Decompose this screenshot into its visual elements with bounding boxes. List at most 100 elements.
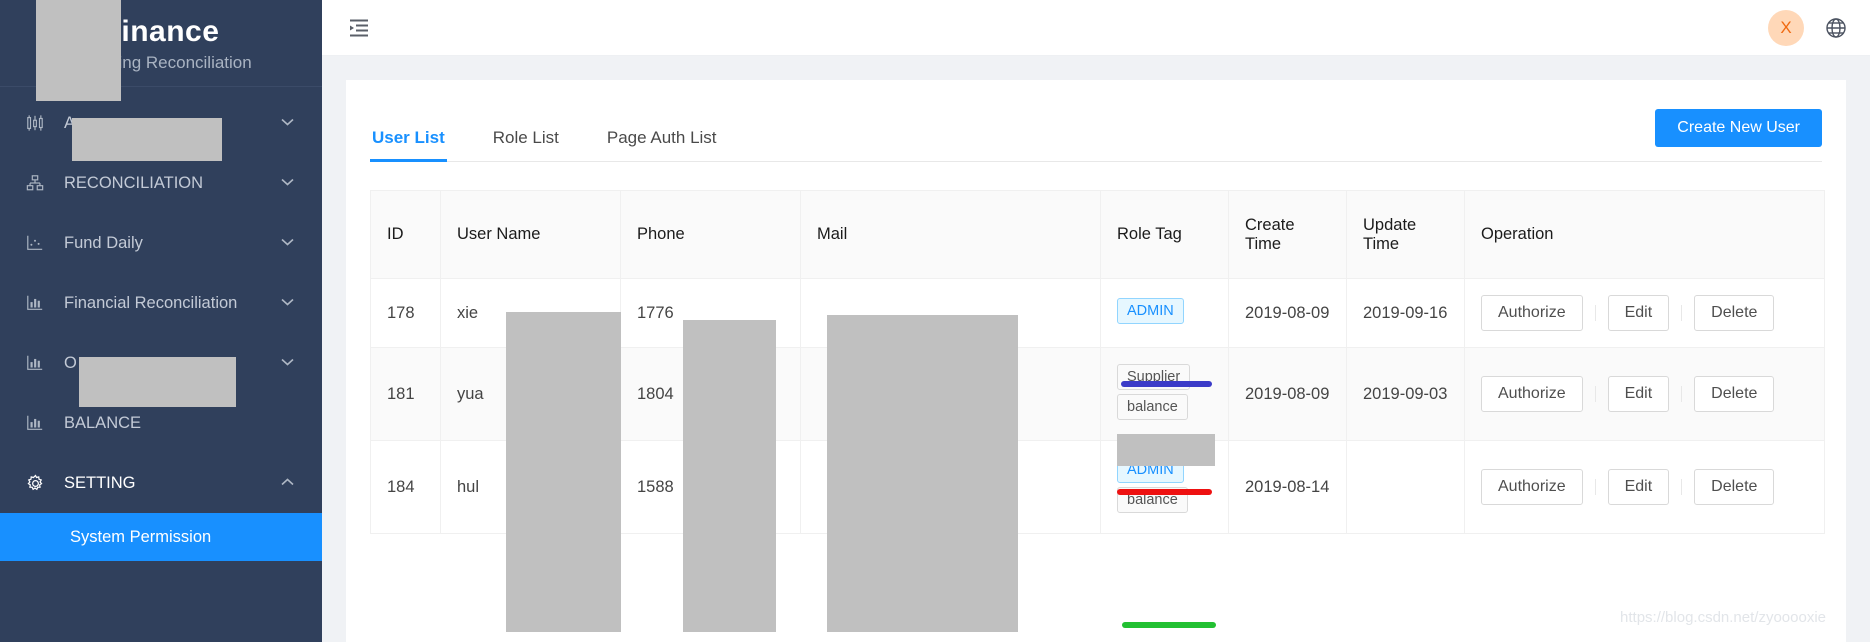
role-tag-group: ADMIN [1117, 298, 1212, 328]
cell-id: 184 [370, 440, 441, 534]
tab-bar: User List Role List Page Auth List Creat… [370, 80, 1822, 162]
gear-icon [26, 474, 52, 493]
delete-button[interactable]: Delete [1694, 376, 1775, 412]
sidebar: Finance A ounting Reconciliation A RECON… [0, 0, 322, 642]
divider [1681, 386, 1683, 402]
cell-user-name: xie [440, 278, 621, 348]
cell-mail [800, 278, 1101, 348]
edit-button[interactable]: Edit [1607, 376, 1670, 412]
status-badge: balance [1117, 394, 1188, 420]
role-tag-group: Supplier balance [1117, 364, 1212, 424]
sidebar-item-o[interactable]: O [0, 333, 322, 393]
sitemap-icon [26, 174, 52, 192]
cell-operation: Authorize Edit Delete [1464, 440, 1825, 534]
tab-label: User List [372, 128, 445, 147]
bar-chart-icon [26, 294, 52, 312]
status-badge: Supplier [1117, 364, 1191, 390]
application-root: Finance A ounting Reconciliation A RECON… [0, 0, 1870, 642]
watermark: https://blog.csdn.net/zyooooxie [1620, 609, 1826, 626]
cell-operation: Authorize Edit Delete [1464, 278, 1825, 348]
tab-page-auth-list[interactable]: Page Auth List [605, 128, 719, 161]
content-area: User List Role List Page Auth List Creat… [322, 56, 1870, 642]
role-tag-group: ADMIN balance [1117, 457, 1212, 517]
divider [1594, 386, 1596, 402]
column-header-role-tag: Role Tag [1100, 190, 1229, 279]
operation-button-group: Authorize Edit Delete [1481, 469, 1808, 505]
scatter-chart-icon [26, 234, 52, 252]
sidebar-item-label: BALANCE [64, 413, 142, 432]
authorize-button[interactable]: Authorize [1481, 295, 1583, 331]
avatar[interactable]: X [1768, 9, 1804, 46]
sidebar-item-reconciliation[interactable]: RECONCILIATION [0, 153, 322, 213]
cell-phone: 1776 [620, 278, 801, 348]
chevron-down-icon [281, 298, 294, 309]
cell-phone: 1804 [620, 347, 801, 441]
authorize-button[interactable]: Authorize [1481, 469, 1583, 505]
authorize-button[interactable]: Authorize [1481, 376, 1583, 412]
cell-role-tag: Supplier balance [1100, 347, 1229, 441]
delete-button[interactable]: Delete [1694, 469, 1775, 505]
user-table-head: ID User Name Phone Mail Role Tag Create … [370, 190, 1825, 279]
tab-role-list[interactable]: Role List [491, 128, 561, 161]
divider [1681, 479, 1683, 495]
cell-update-time: 2019-09-16 [1346, 278, 1465, 348]
tab-label: Page Auth List [606, 128, 717, 147]
status-badge: ADMIN [1117, 298, 1184, 324]
tab-label: Role List [492, 128, 559, 147]
operation-button-group: Authorize Edit Delete [1481, 295, 1808, 331]
user-management-card: User List Role List Page Auth List Creat… [346, 80, 1846, 642]
sliders-icon [26, 114, 52, 132]
cell-create-time: 2019-08-14 [1228, 440, 1347, 534]
sidebar-item-label: O [64, 353, 77, 372]
status-badge: balance [1117, 487, 1188, 513]
column-header-id: ID [370, 190, 441, 279]
sidebar-item-label: A [64, 113, 76, 132]
sidebar-item-label: Financial Reconciliation [64, 293, 238, 312]
table-header-row: ID User Name Phone Mail Role Tag Create … [370, 190, 1825, 279]
cell-create-time: 2019-08-09 [1228, 347, 1347, 441]
sidebar-item-fund-daily[interactable]: Fund Daily [0, 213, 322, 273]
sidebar-item-balance[interactable]: BALANCE [0, 393, 322, 453]
user-table-body: 178 xie 1776 ADMIN 2019-08-09 2019-09-16 [370, 278, 1825, 534]
create-new-user-button[interactable]: Create New User [1655, 109, 1822, 147]
cell-role-tag: ADMIN [1100, 278, 1229, 348]
bar-chart-icon [26, 354, 52, 372]
right-pane: X User List Role List Page Auth List Cre… [322, 0, 1870, 642]
tabs: User List Role List Page Auth List [370, 80, 763, 162]
cell-create-time: 2019-08-09 [1228, 278, 1347, 348]
sidebar-item-system-permission[interactable]: System Permission [0, 513, 322, 561]
column-header-phone: Phone [620, 190, 801, 279]
avatar-initial: X [1780, 17, 1792, 37]
cell-role-tag: ADMIN balance [1100, 440, 1229, 534]
brand-block: Finance A ounting Reconciliation [0, 0, 322, 87]
cell-id: 178 [370, 278, 441, 348]
cell-id: 181 [370, 347, 441, 441]
sidebar-item-setting[interactable]: SETTING [0, 453, 322, 513]
status-badge: ADMIN [1117, 457, 1184, 483]
sidebar-item-label: Fund Daily [64, 233, 143, 252]
cell-mail [800, 440, 1101, 534]
table-row: 178 xie 1776 ADMIN 2019-08-09 2019-09-16 [370, 278, 1825, 348]
table-row: 184 hul 1588 ADMIN balance 2019-08-14 Au… [370, 440, 1825, 534]
chevron-up-icon [281, 477, 294, 489]
sidebar-item-a[interactable]: A [0, 93, 322, 153]
cell-update-time: 2019-09-03 [1346, 347, 1465, 441]
top-bar: X [322, 0, 1870, 56]
sidebar-item-label: SETTING [64, 473, 136, 492]
chevron-down-icon [281, 238, 294, 249]
edit-button[interactable]: Edit [1607, 295, 1670, 331]
cell-user-name: yua [440, 347, 621, 441]
edit-button[interactable]: Edit [1607, 469, 1670, 505]
sidebar-item-financial-reconciliation[interactable]: Financial Reconciliation [0, 273, 322, 333]
chevron-down-icon [281, 118, 294, 129]
globe-icon[interactable] [1824, 16, 1848, 40]
tab-user-list[interactable]: User List [370, 128, 447, 162]
chevron-down-icon [281, 178, 294, 189]
bar-chart-icon [26, 414, 52, 432]
divider [1594, 479, 1596, 495]
divider [1594, 305, 1596, 321]
column-header-user-name: User Name [440, 190, 621, 279]
column-header-update-time: Update Time [1346, 190, 1465, 279]
delete-button[interactable]: Delete [1694, 295, 1775, 331]
menu-collapse-icon[interactable] [342, 11, 376, 45]
